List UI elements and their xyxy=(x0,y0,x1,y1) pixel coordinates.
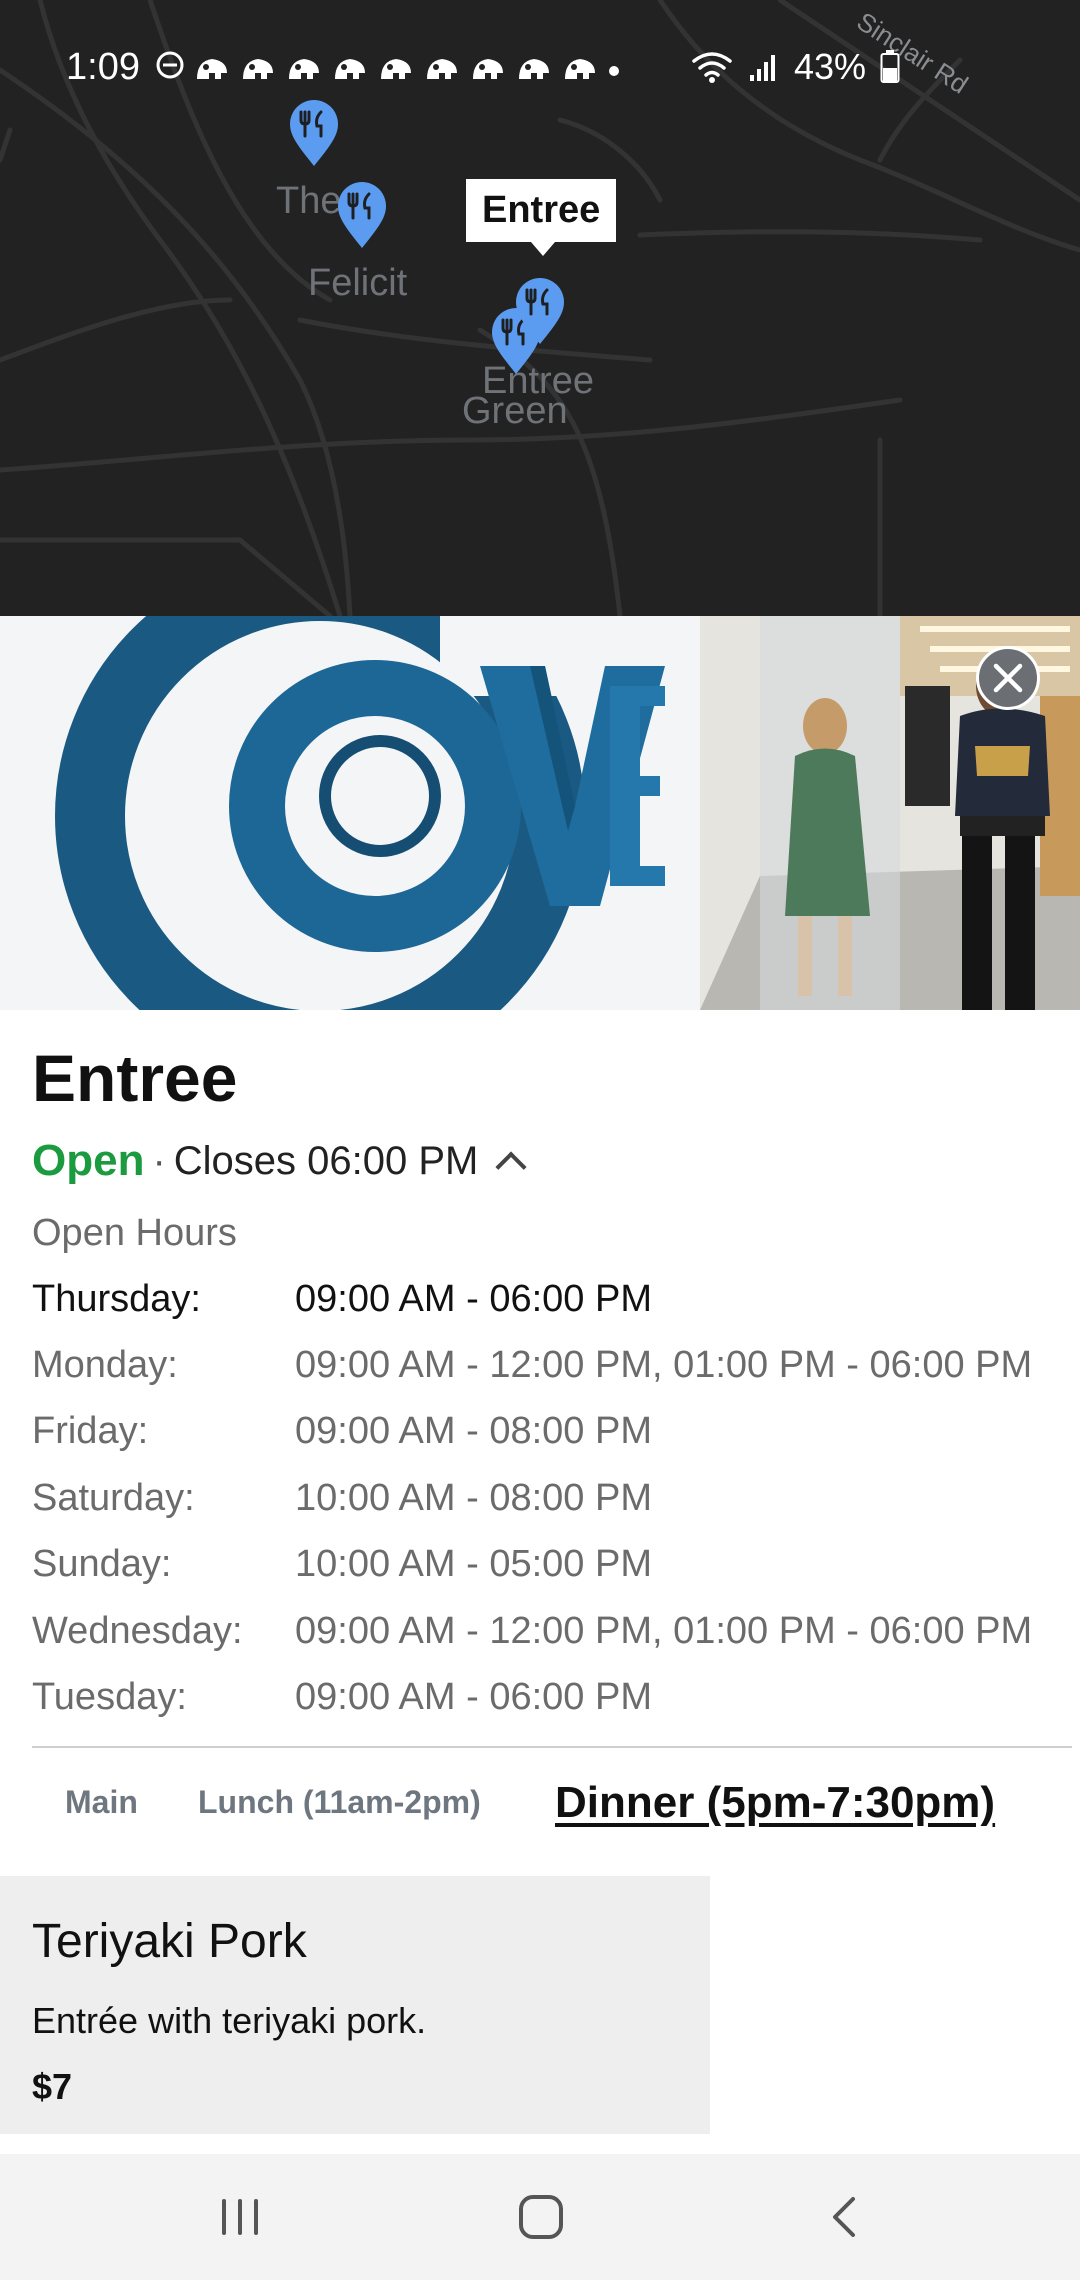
hours-time: 09:00 AM - 12:00 PM, 01:00 PM - 06:00 PM xyxy=(295,1610,1033,1652)
back-button[interactable] xyxy=(795,2182,895,2252)
app-notification-icon xyxy=(519,59,549,79)
hours-day: Wednesday: xyxy=(32,1610,243,1652)
app-notification-icon xyxy=(197,59,227,79)
dnd-icon xyxy=(155,50,185,88)
app-notification-icon xyxy=(427,59,457,79)
app-notification-icon xyxy=(565,59,595,79)
hours-day: Tuesday: xyxy=(32,1676,187,1718)
hours-day: Monday: xyxy=(32,1344,178,1386)
location-photo xyxy=(0,616,1080,1010)
battery-percent: 43% xyxy=(793,46,866,87)
app-notification-icon xyxy=(473,59,503,79)
home-icon xyxy=(519,2195,563,2239)
open-status-toggle[interactable]: Open · Closes 06:00 PM xyxy=(32,1136,527,1186)
hours-time: 09:00 AM - 12:00 PM, 01:00 PM - 06:00 PM xyxy=(295,1344,1033,1386)
home-button[interactable] xyxy=(491,2182,591,2252)
map-label-the: The xyxy=(276,180,342,222)
recents-button[interactable] xyxy=(190,2182,290,2252)
chevron-up-icon xyxy=(495,1151,527,1183)
hours-time: 09:00 AM - 08:00 PM xyxy=(295,1410,652,1452)
menu-item-description: Entrée with teriyaki pork. xyxy=(32,2000,427,2041)
battery-icon xyxy=(880,50,900,83)
status-separator: · xyxy=(152,1138,166,1183)
hours-day: Thursday: xyxy=(32,1278,201,1320)
tab-dinner[interactable]: Dinner (5pm-7:30pm) xyxy=(555,1778,995,1828)
hours-day: Sunday: xyxy=(32,1543,172,1585)
hours-time: 10:00 AM - 08:00 PM xyxy=(295,1477,652,1519)
status-time: 1:09 xyxy=(66,46,140,88)
status-bar: 1:09 43% xyxy=(0,0,1080,130)
menu-item-name: Teriyaki Pork xyxy=(32,1915,307,1968)
app-notification-icon xyxy=(243,59,273,79)
close-button[interactable] xyxy=(976,646,1040,710)
open-hours-heading: Open Hours xyxy=(32,1212,237,1254)
hours-time: 09:00 AM - 06:00 PM xyxy=(295,1676,652,1718)
hours-day: Saturday: xyxy=(32,1477,195,1519)
tab-main[interactable]: Main xyxy=(65,1784,138,1821)
place-title: Entree xyxy=(32,1041,238,1115)
map-label-felicit: Felicit xyxy=(308,262,408,304)
wifi-icon xyxy=(692,52,732,83)
cove-sign-photo xyxy=(0,616,1080,1010)
close-icon xyxy=(993,663,1023,693)
fork-knife-icon[interactable] xyxy=(336,180,388,250)
recents-icon xyxy=(222,2199,258,2235)
menu-item-price: $7 xyxy=(32,2066,73,2107)
status-right: 43% xyxy=(690,46,900,88)
system-nav-bar xyxy=(0,2154,1080,2280)
map-callout[interactable]: Entree xyxy=(466,179,617,256)
more-notifications-icon xyxy=(607,52,621,86)
back-icon xyxy=(833,2197,855,2237)
notification-icons xyxy=(155,50,621,88)
hours-time: 10:00 AM - 05:00 PM xyxy=(295,1543,652,1585)
signal-icon xyxy=(749,55,775,81)
app-notification-icon xyxy=(381,59,411,79)
tab-lunch[interactable]: Lunch (11am-2pm) xyxy=(198,1784,481,1821)
notification-icon-group xyxy=(195,55,597,83)
open-status: Open xyxy=(32,1136,145,1185)
app-notification-icon xyxy=(335,59,365,79)
menu-item-card[interactable]: Teriyaki Pork Entrée with teriyaki pork.… xyxy=(0,1876,710,2134)
map-label-green: Green xyxy=(462,390,568,432)
hours-day: Friday: xyxy=(32,1410,149,1452)
app-notification-icon xyxy=(289,59,319,79)
closes-time: Closes 06:00 PM xyxy=(173,1138,479,1183)
hours-time: 09:00 AM - 06:00 PM xyxy=(295,1278,652,1320)
divider xyxy=(32,1746,1072,1748)
fork-knife-icon[interactable] xyxy=(514,276,566,346)
